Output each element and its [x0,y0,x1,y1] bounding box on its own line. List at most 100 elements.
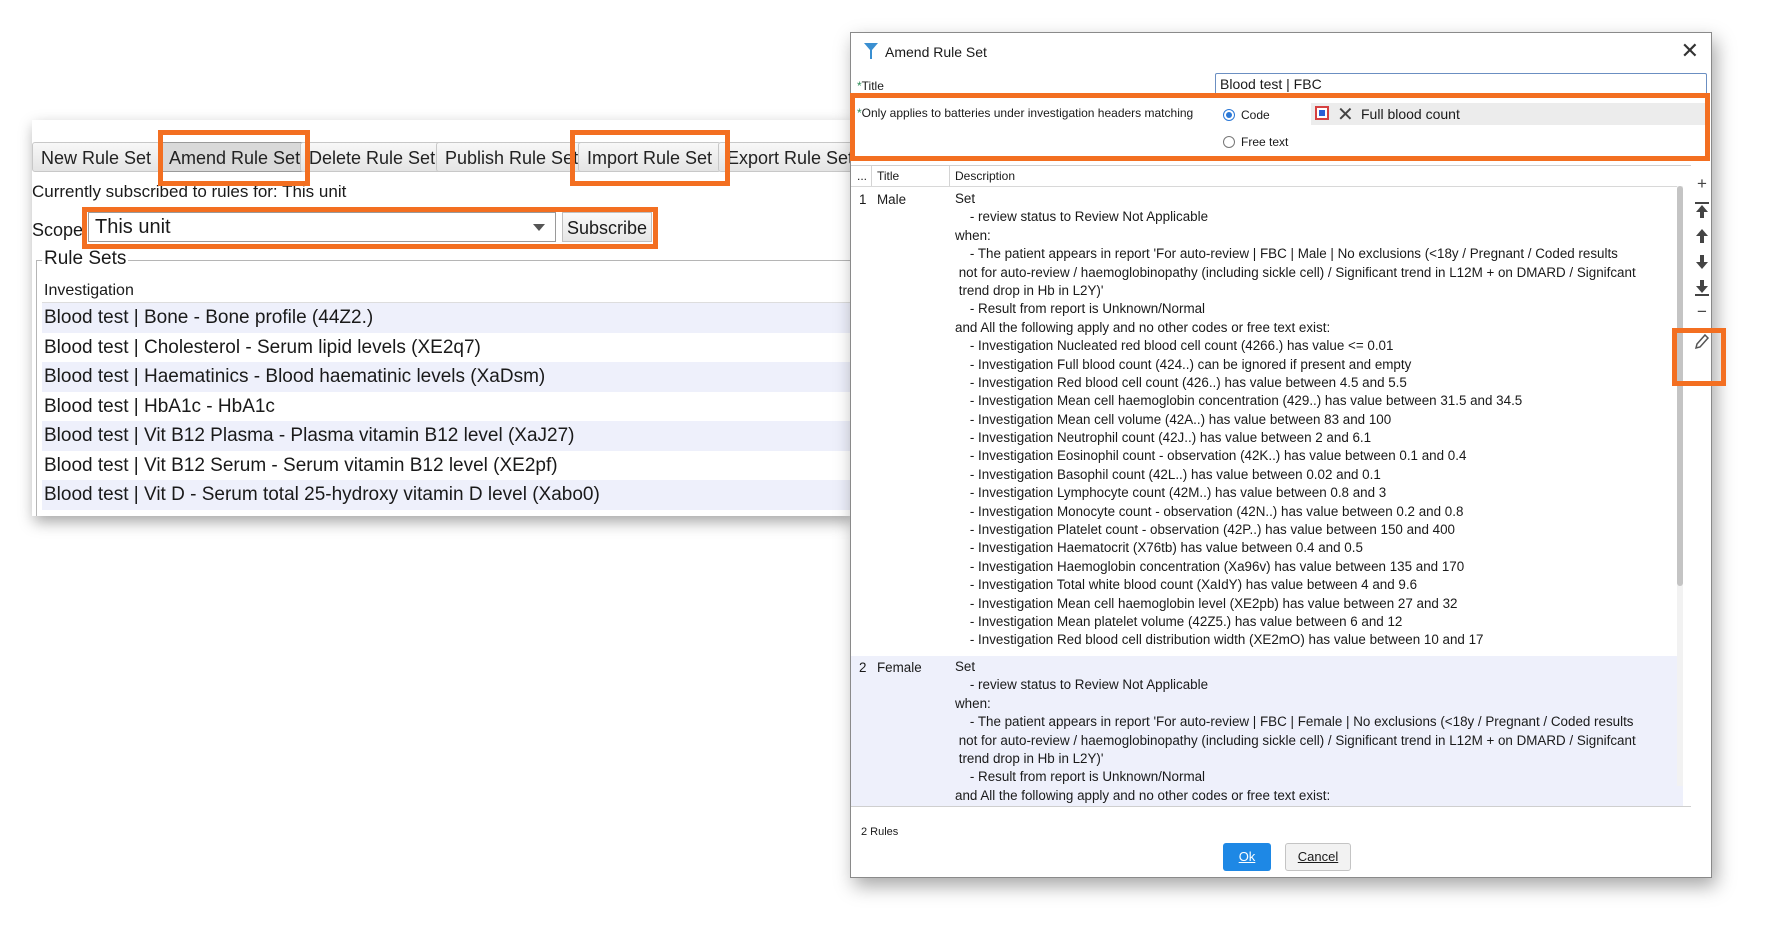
rule-sets-window: New Rule Set Amend Rule Set Delete Rule … [32,120,852,516]
amend-rule-set-dialog: Amend Rule Set ✕ *Title Blood test | FBC… [850,32,1712,878]
rule-description-line: - review status to Review Not Applicable [955,677,1209,693]
rule-description-line: - review status to Review Not Applicable [955,209,1209,225]
applies-label: *Only applies to batteries under investi… [857,106,1194,120]
radio-free-text-dot [1223,136,1235,148]
grid-header-dots[interactable]: ... [857,166,867,186]
rule-description-line: - Investigation Full blood count (424..)… [955,356,1412,372]
rule-title: Male [877,192,907,207]
rule-description-line: - Investigation Monocyte count - observa… [955,503,1464,519]
rule-description-line: - Result from report is Unknown/Normal [955,301,1206,317]
rule-description-line: - Investigation Full blood count (424..)… [955,805,1681,806]
rule-description-line: not for auto-review / haemoglobinopathy … [955,264,1636,280]
publish-rule-set-button[interactable]: Publish Rule Set [436,142,588,172]
export-rule-set-button[interactable]: Export Rule Set [718,142,852,172]
cancel-button[interactable]: Cancel [1285,843,1351,871]
scope-select-value: This unit [95,216,171,238]
rule-description-line: when: [955,227,991,243]
move-bottom-icon[interactable] [1693,279,1711,297]
grid-scrollbar-thumb[interactable] [1677,186,1683,586]
rule-title: Female [877,660,922,675]
rule-description-line: - Investigation Haematocrit (X76tb) has … [955,540,1363,556]
toolbar: New Rule Set Amend Rule Set Delete Rule … [32,132,852,174]
filter-logo-icon [864,43,878,59]
rule-description-line: and All the following apply and no other… [955,319,1331,335]
rule-description-line: - The patient appears in report 'For aut… [955,246,1618,262]
rule-row[interactable]: 1 Male Set - review status to Review Not A… [851,188,1683,656]
rule-set-row[interactable]: Blood test | Vit B12 Plasma - Plasma vit… [42,421,852,451]
rule-description-line: - Investigation Red blood cell count (42… [955,374,1407,390]
rule-description: Set - review status to Review Not Applic… [955,658,1681,806]
subscription-status: Currently subscribed to rules for: This … [32,182,347,201]
rule-description-line: - Investigation Platelet count - observa… [955,522,1455,538]
rule-description-line: - Result from report is Unknown/Normal [955,769,1206,785]
scope-select[interactable]: This unit [88,212,556,242]
rule-description-line: - Investigation Basophil count (42L..) h… [955,466,1381,482]
code-value: Full blood count [1361,106,1460,122]
rules-grid: ... Title Description 1 Male Set - review … [851,165,1691,807]
move-top-icon[interactable] [1693,201,1711,219]
radio-code[interactable]: Code [1223,108,1270,122]
edit-pencil-icon[interactable] [1693,333,1711,351]
rule-description-line: - Investigation Neutrophil count (42J..)… [955,430,1372,446]
rule-description-line: when: [955,695,991,711]
rule-number: 2 [859,660,867,675]
amend-rule-set-button[interactable]: Amend Rule Set [160,142,310,172]
rule-description-line: and All the following apply and no other… [955,787,1331,803]
grid-header-description[interactable]: Description [955,166,1015,186]
radio-code-label: Code [1241,108,1270,122]
rule-set-row[interactable]: Blood test | Haematinics - Blood haemati… [42,362,852,392]
title-input[interactable]: Blood test | FBC [1215,73,1707,95]
rule-set-row[interactable]: Blood test | Cholesterol - Serum lipid l… [42,333,852,363]
dialog-title: Amend Rule Set [885,44,987,60]
rule-description-line: trend drop in Hb in L2Y)' [955,750,1104,766]
chevron-down-icon [533,224,545,231]
rule-set-row[interactable]: Blood test | HbA1c - HbA1c [42,392,852,422]
rule-description-line: Set [955,659,976,674]
rule-description-line: - Investigation Total white blood count … [955,577,1418,593]
add-icon[interactable]: + [1693,175,1711,193]
subscribe-button[interactable]: Subscribe [562,212,652,242]
radio-free-text[interactable]: Free text [1223,135,1288,149]
delete-rule-set-button[interactable]: Delete Rule Set [300,142,445,172]
new-rule-set-button[interactable]: New Rule Set [32,142,161,172]
rule-set-row[interactable]: Blood test | Bone - Bone profile (44Z2.) [42,303,852,333]
rule-description-line: - The patient appears in report 'For aut… [955,714,1634,730]
rule-description-line: - Investigation Haemoglobin concentratio… [955,558,1465,574]
rule-sets-legend: Rule Sets [42,248,129,270]
title-field-label: *Title [857,79,884,93]
ok-button[interactable]: Ok [1223,843,1271,871]
import-rule-set-button[interactable]: Import Rule Set [578,142,722,172]
rule-description-line: - Investigation Nucleated red blood cell… [955,338,1394,354]
rule-count: 2 Rules [861,826,899,838]
code-selection: ✕ Full blood count [1311,102,1707,127]
move-down-icon[interactable] [1693,253,1711,271]
rule-description-line: - Investigation Eosinophil count - obser… [955,448,1467,464]
rule-description-line: Set [955,191,976,206]
rule-row[interactable]: 2 Female Set - review status to Review Not… [851,656,1683,806]
rule-set-row[interactable]: Blood test | Vit D - Serum total 25-hydr… [42,480,852,510]
rule-description-line: - Investigation Red blood cell distribut… [955,632,1484,648]
radio-code-dot [1223,109,1235,121]
remove-icon[interactable]: − [1693,303,1711,321]
rule-description-line: not for auto-review / haemoglobinopathy … [955,732,1636,748]
rule-sets-list: Investigation Blood test | Bone - Bone p… [42,280,852,510]
rule-description-line: - Investigation Mean platelet volume (42… [955,613,1403,629]
rule-description-line: - Investigation Mean cell haemoglobin le… [955,595,1458,611]
close-icon[interactable]: ✕ [1681,38,1699,64]
rule-description-line: - Investigation Mean cell haemoglobin co… [955,393,1523,409]
grid-scrollbar[interactable] [1677,186,1683,786]
clear-x-icon[interactable]: ✕ [1337,102,1354,127]
grid-header: ... Title Description [851,166,1683,187]
rule-description: Set - review status to Review Not Applic… [955,190,1681,650]
code-checkbox[interactable] [1315,106,1329,120]
rule-description-line: trend drop in Hb in L2Y)' [955,282,1104,298]
column-header-investigation[interactable]: Investigation [42,280,852,303]
dialog-titlebar: Amend Rule Set ✕ [851,33,1711,69]
grid-header-title[interactable]: Title [877,166,899,186]
radio-free-text-label: Free text [1241,135,1289,149]
move-up-icon[interactable] [1693,227,1711,245]
rule-set-row[interactable]: Blood test | Vit B12 Serum - Serum vitam… [42,451,852,481]
scope-label: Scope [32,220,84,240]
rule-number: 1 [859,192,867,207]
rule-description-line: - Investigation Mean cell volume (42A..)… [955,411,1392,427]
